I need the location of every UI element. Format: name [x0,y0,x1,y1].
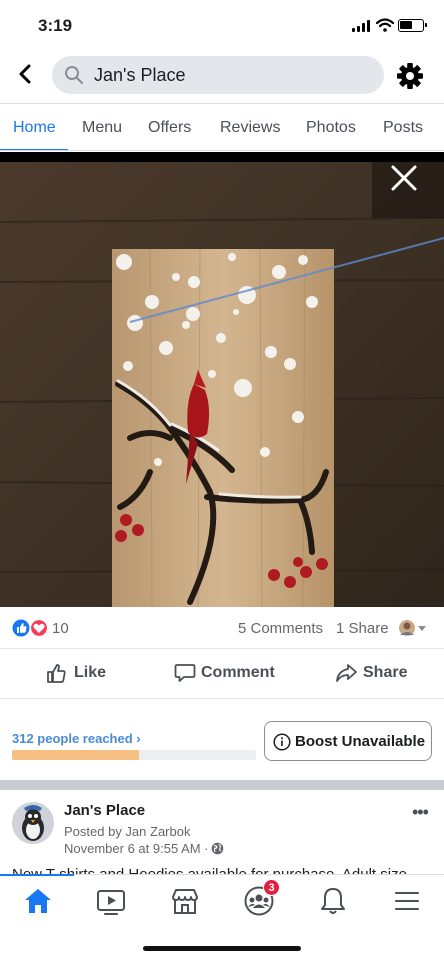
reach-progress-fill [12,750,139,760]
reach-progress-bar [12,750,256,760]
gear-icon[interactable] [396,62,424,90]
more-options-icon[interactable]: ••• [412,802,429,823]
bottom-navigation: 3 [0,874,444,960]
tab-menu[interactable]: Menu [82,104,122,150]
signal-icon [352,20,372,32]
tab-offers[interactable]: Offers [148,104,191,150]
reactions-bar: 10 5 Comments 1 Share [0,607,444,649]
tab-photos[interactable]: Photos [306,104,356,150]
penguin-avatar-icon [12,802,54,844]
home-icon[interactable] [22,885,54,917]
people-reached-link[interactable]: 312 people reached › [12,731,141,746]
notifications-icon[interactable] [317,885,349,917]
like-button[interactable]: Like [46,649,146,697]
reaction-count[interactable]: 10 [52,620,69,637]
post-author[interactable]: Jan's Place [64,802,145,819]
wifi-icon [376,18,394,32]
tab-posts[interactable]: Posts [383,104,423,150]
page-avatar[interactable] [12,802,54,844]
globe-icon [211,842,223,855]
groups-badge: 3 [263,879,280,896]
chevron-left-icon[interactable] [14,62,38,86]
post-actions: Like Comment Share [0,649,444,699]
page-tabs: Home Menu Offers Reviews Photos Posts [0,103,444,151]
comments-count[interactable]: 5 Comments [238,620,323,637]
viewer-avatar-icon[interactable] [398,618,428,638]
chevron-right-icon: › [136,731,141,746]
status-bar: 3:19 [0,0,444,50]
posted-by: Posted by Jan Zarbok [64,824,191,839]
shares-count[interactable]: 1 Share [336,620,389,637]
groups-tab[interactable]: 3 [243,879,280,917]
menu-icon[interactable] [391,885,423,917]
tab-reviews[interactable]: Reviews [220,104,280,150]
watch-icon[interactable] [95,885,127,917]
search-icon [65,66,83,84]
home-indicator [143,946,301,951]
post-photo[interactable] [0,152,444,607]
post-insights: 312 people reached › Boost Unavailable [0,700,444,778]
comment-button[interactable]: Comment [174,649,294,697]
header: Jan's Place [0,50,444,102]
comment-icon [174,664,196,682]
tab-home[interactable]: Home [0,104,68,150]
info-icon [273,733,291,751]
marketplace-icon[interactable] [169,885,201,917]
next-post: Jan's Place Posted by Jan Zarbok Novembe… [0,790,444,882]
painting-image [0,162,444,607]
share-icon [336,664,357,682]
post-date-text: November 6 at 9:55 AM · [64,841,209,856]
boost-button[interactable]: Boost Unavailable [264,721,432,761]
comment-label: Comment [201,664,275,681]
boost-label: Boost Unavailable [295,733,426,750]
share-button[interactable]: Share [335,649,435,697]
search-text: Jan's Place [94,65,186,85]
share-label: Share [363,664,408,681]
like-love-reaction-icon[interactable] [12,619,50,637]
active-tab-indicator [0,874,74,876]
like-label: Like [74,664,107,681]
thumbs-up-icon [47,664,66,683]
feed-divider [0,780,444,790]
status-time: 3:19 [38,16,73,35]
people-reached-text: 312 people reached [12,731,133,746]
post-date[interactable]: November 6 at 9:55 AM · [64,841,224,856]
battery-icon [398,19,427,32]
search-input[interactable]: Jan's Place [52,56,384,94]
